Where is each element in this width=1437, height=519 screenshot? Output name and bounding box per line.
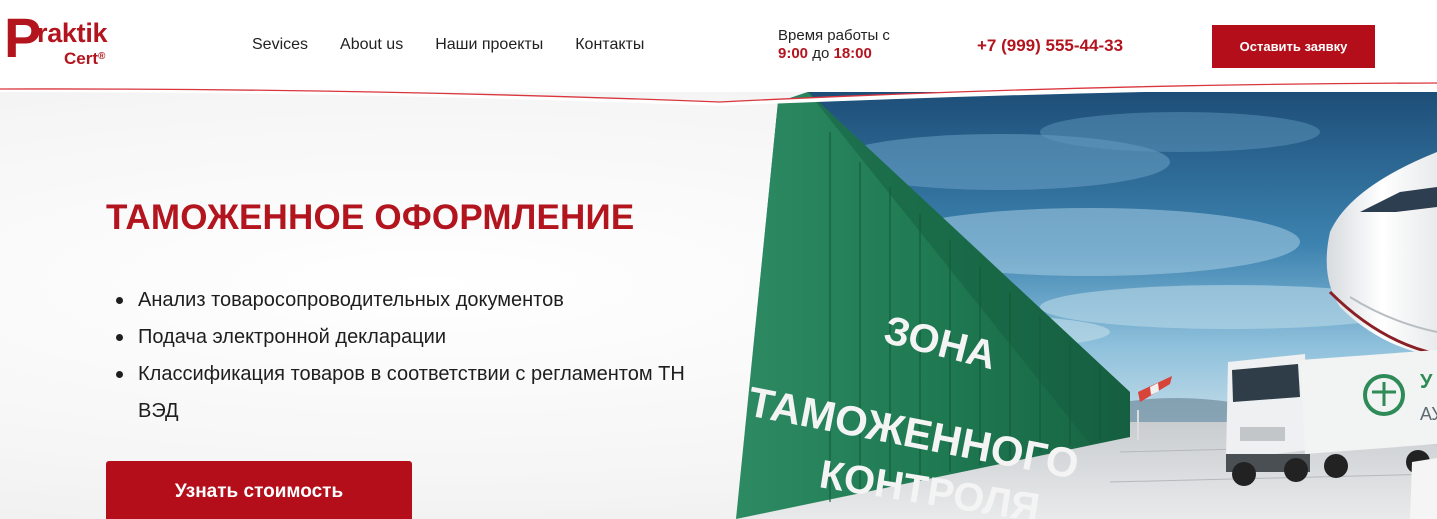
hours-to: 18:00 xyxy=(833,45,872,62)
logo-cert-text: Cert xyxy=(64,49,99,68)
logo[interactable]: P raktik Cert® xyxy=(4,10,154,72)
nav-item-about[interactable]: About us xyxy=(340,36,403,54)
phone-link[interactable]: +7 (999) 555-44-33 xyxy=(977,36,1123,56)
logo-wordmark: raktik xyxy=(37,18,108,48)
truck-text-bottom: АУ xyxy=(1420,404,1437,424)
working-hours-range: 9:00 до 18:00 xyxy=(778,45,890,63)
nav-item-services[interactable]: Sevices xyxy=(252,36,308,54)
hero-title: ТАМОЖЕННОЕ ОФОРМЛЕНИЕ xyxy=(106,198,635,237)
working-hours: Время работы с 9:00 до 18:00 xyxy=(778,27,890,63)
logo-cert: Cert® xyxy=(64,50,105,67)
hours-to-word: до xyxy=(812,45,830,62)
logo-registered-mark: ® xyxy=(98,51,106,62)
hero-section: ЗОНА ТАМОЖЕННОГО КОНТРОЛЯ У АУ ТАМОЖЕННО… xyxy=(0,92,1437,519)
nav-item-projects[interactable]: Наши проекты xyxy=(435,36,543,54)
site-header: P raktik Cert® Sevices About us Наши про… xyxy=(0,0,1437,92)
working-hours-label: Время работы с xyxy=(778,27,890,44)
logo-letter-p: P xyxy=(4,6,42,69)
truck-text-top: У xyxy=(1420,371,1433,393)
leave-request-button[interactable]: Оставить заявку xyxy=(1212,25,1375,68)
service-list-item: Анализ товаросопроводительных документов xyxy=(116,282,726,319)
hours-from: 9:00 xyxy=(778,45,809,62)
nav-item-contacts[interactable]: Контакты xyxy=(575,36,644,54)
main-nav: Sevices About us Наши проекты Контакты xyxy=(252,36,644,54)
service-list-item: Подача электронной декларации xyxy=(116,319,726,356)
service-list-item: Классификация товаров в соответствии с р… xyxy=(116,356,726,430)
service-list: Анализ товаросопроводительных документов… xyxy=(116,282,726,430)
get-price-button[interactable]: Узнать стоимость xyxy=(106,461,412,519)
